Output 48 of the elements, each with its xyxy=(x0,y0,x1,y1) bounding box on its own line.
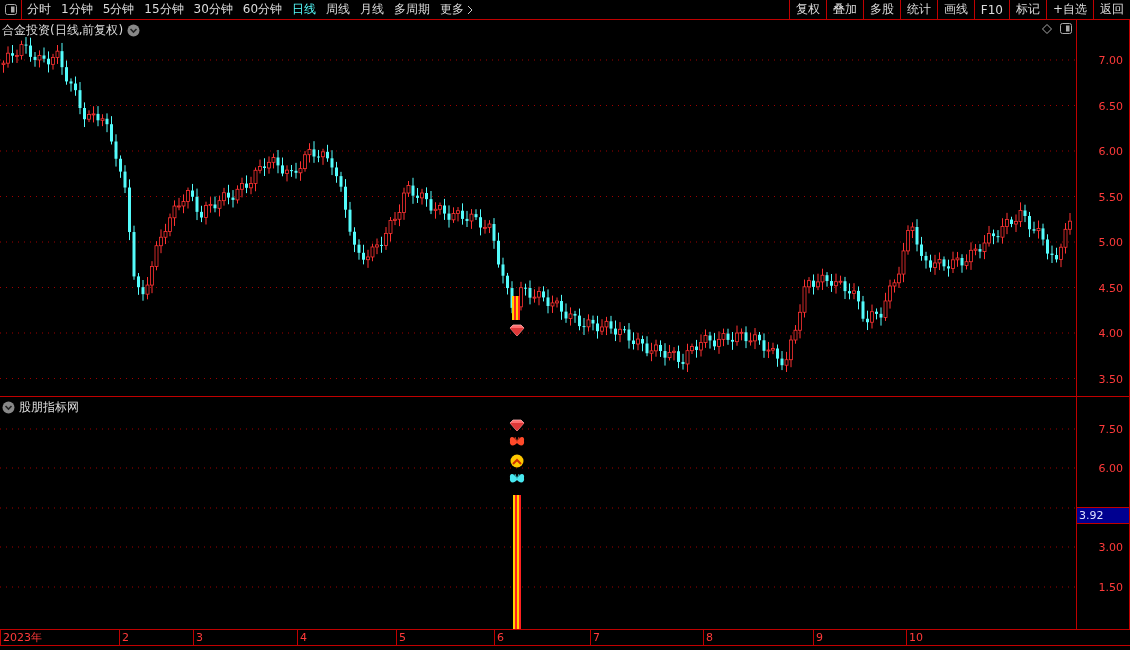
period-tab[interactable]: 分时 xyxy=(22,0,56,19)
period-tab[interactable]: 15分钟 xyxy=(139,0,189,19)
dropdown-icon[interactable] xyxy=(127,24,141,37)
diamond-icon[interactable] xyxy=(1042,23,1052,34)
period-tab[interactable]: 月线 xyxy=(355,0,390,19)
dropdown-icon[interactable] xyxy=(2,401,15,414)
chart-title: 合金投资(日线,前复权) xyxy=(2,22,124,39)
butterfly-icon xyxy=(509,473,525,483)
period-tab[interactable]: 1分钟 xyxy=(56,0,98,19)
period-tab[interactable]: 30分钟 xyxy=(188,0,238,19)
panel-toggle-icon[interactable] xyxy=(1060,23,1072,34)
axis-label: 3.00 xyxy=(1098,540,1123,554)
axis-label: 4.50 xyxy=(1098,281,1123,294)
date-label: 4 xyxy=(297,630,307,645)
chevron-right-icon xyxy=(467,4,474,15)
period-tab[interactable]: 日线 xyxy=(287,0,322,19)
date-label: 10 xyxy=(906,630,923,645)
period-tab[interactable]: 多周期 xyxy=(389,0,436,19)
axis-label: 4.00 xyxy=(1098,326,1123,340)
axis-label: 7.50 xyxy=(1098,422,1123,436)
striped-bar xyxy=(512,296,520,320)
period-tab[interactable]: 60分钟 xyxy=(237,0,288,19)
date-label: 2023年 xyxy=(0,630,42,645)
gem-icon xyxy=(509,419,525,432)
axis-label: 1.50 xyxy=(1098,580,1123,594)
current-value-label: 3.92 xyxy=(1077,507,1129,524)
date-label: 8 xyxy=(703,630,713,645)
date-label: 7 xyxy=(590,630,600,645)
up-arrow-circle-icon xyxy=(510,454,524,468)
indicator-title: 股朋指标网 xyxy=(19,399,79,416)
butterfly-icon xyxy=(509,436,525,446)
date-label: 2 xyxy=(119,630,129,645)
date-label: 3 xyxy=(193,630,203,645)
gem-icon xyxy=(509,324,525,337)
date-label: 5 xyxy=(396,630,406,645)
period-tab[interactable]: 5分钟 xyxy=(97,0,140,19)
axis-label: 7.00 xyxy=(1098,53,1123,67)
date-label: 6 xyxy=(494,630,504,645)
period-tab[interactable]: 周线 xyxy=(321,0,356,19)
axis-label: 3.50 xyxy=(1098,372,1123,385)
axis-label: 6.00 xyxy=(1098,144,1123,158)
panel-toggle-icon xyxy=(4,4,17,15)
axis-label: 6.50 xyxy=(1098,99,1123,112)
period-tab[interactable]: 更多 xyxy=(435,0,479,19)
date-label: 9 xyxy=(813,630,823,645)
axis-label: 5.50 xyxy=(1098,190,1123,203)
axis-label: 5.00 xyxy=(1098,235,1123,249)
axis-label: 6.00 xyxy=(1098,461,1123,475)
